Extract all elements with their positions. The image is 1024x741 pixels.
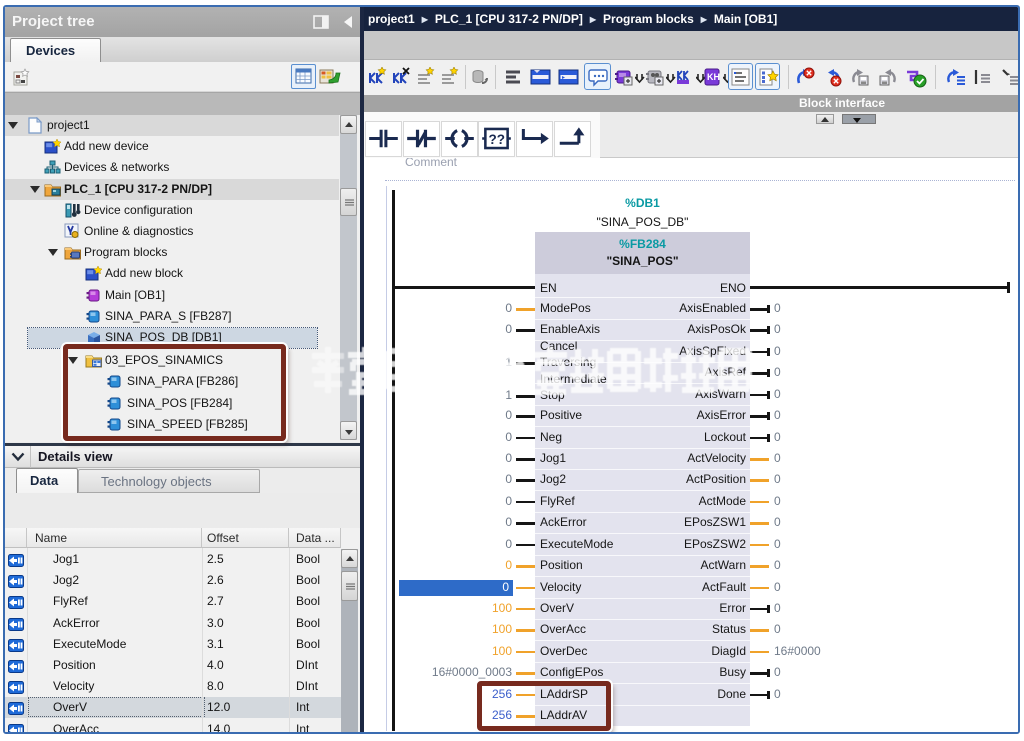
svg-text:KH: KH xyxy=(707,72,720,82)
svg-text:??: ?? xyxy=(489,132,506,147)
